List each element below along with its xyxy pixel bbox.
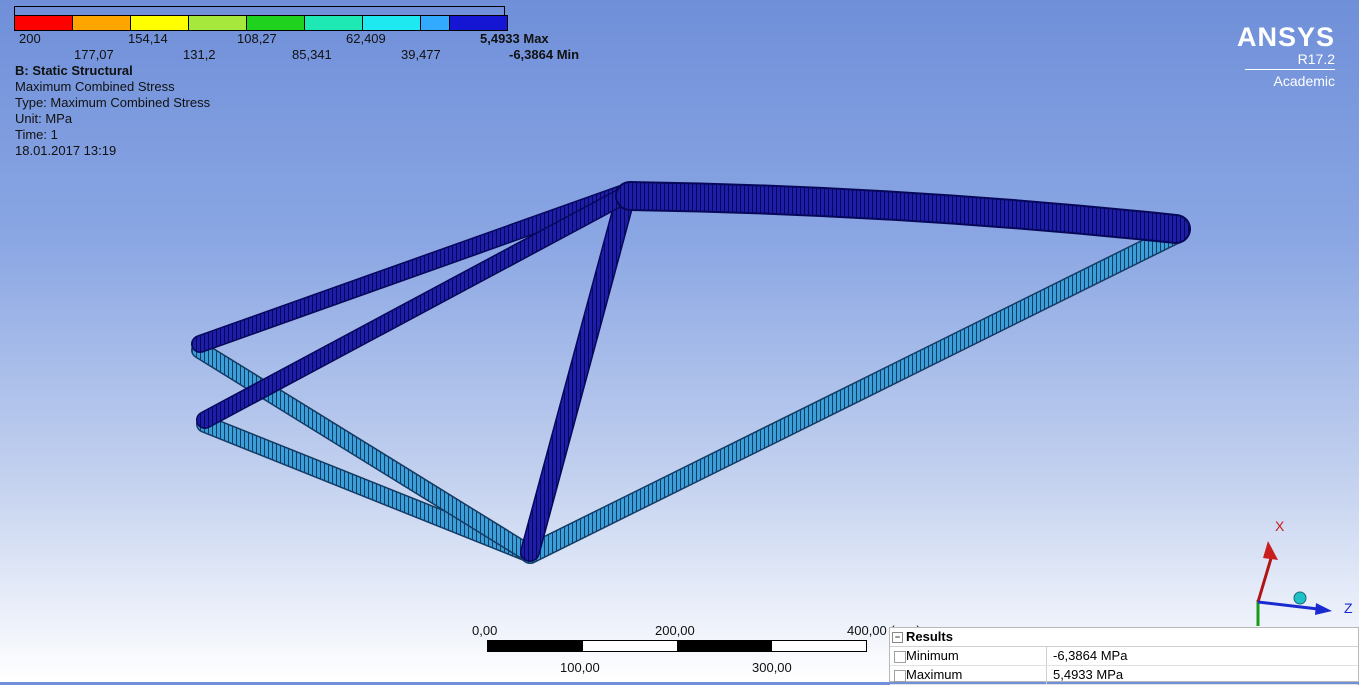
model-viewport[interactable]: [0, 0, 1359, 682]
x-axis-arrow-icon: [1263, 541, 1278, 560]
row-label: Maximum: [906, 667, 963, 682]
scale-tick: 100,00: [560, 660, 600, 675]
row-checkbox[interactable]: [894, 651, 906, 663]
row-value: -6,3864 MPa: [1053, 648, 1128, 663]
x-axis-label: X: [1275, 518, 1285, 534]
frame-tube-seatstay[interactable]: [191, 341, 539, 563]
row-checkbox[interactable]: [894, 670, 906, 682]
results-header[interactable]: − Results: [890, 628, 1358, 647]
z-axis-label: Z: [1344, 600, 1353, 616]
results-title: Results: [906, 629, 953, 644]
frame-tube-downtube[interactable]: [520, 224, 1186, 564]
coordinate-triad[interactable]: [1256, 541, 1332, 626]
triad-origin-ball-icon[interactable]: [1293, 591, 1307, 605]
frame-tube-toptube[interactable]: [615, 181, 1191, 244]
frame-tube-cross-stay[interactable]: [196, 185, 636, 429]
z-axis-arrow-icon: [1315, 603, 1332, 615]
scale-tick: 0,00: [472, 623, 498, 638]
results-row-maximum[interactable]: Maximum 5,4933 MPa: [890, 666, 1358, 685]
row-value: 5,4933 MPa: [1053, 667, 1124, 682]
row-label: Minimum: [906, 648, 959, 663]
collapse-icon[interactable]: −: [892, 632, 903, 643]
scale-tick: 300,00: [752, 660, 792, 675]
results-panel[interactable]: − Results Minimum -6,3864 MPa Maximum 5,…: [889, 627, 1359, 685]
scale-tick: 200,00: [655, 623, 695, 638]
scale-bar: [487, 640, 867, 652]
results-row-minimum[interactable]: Minimum -6,3864 MPa: [890, 647, 1358, 666]
frame-tube-upper-stay[interactable]: [191, 183, 636, 353]
